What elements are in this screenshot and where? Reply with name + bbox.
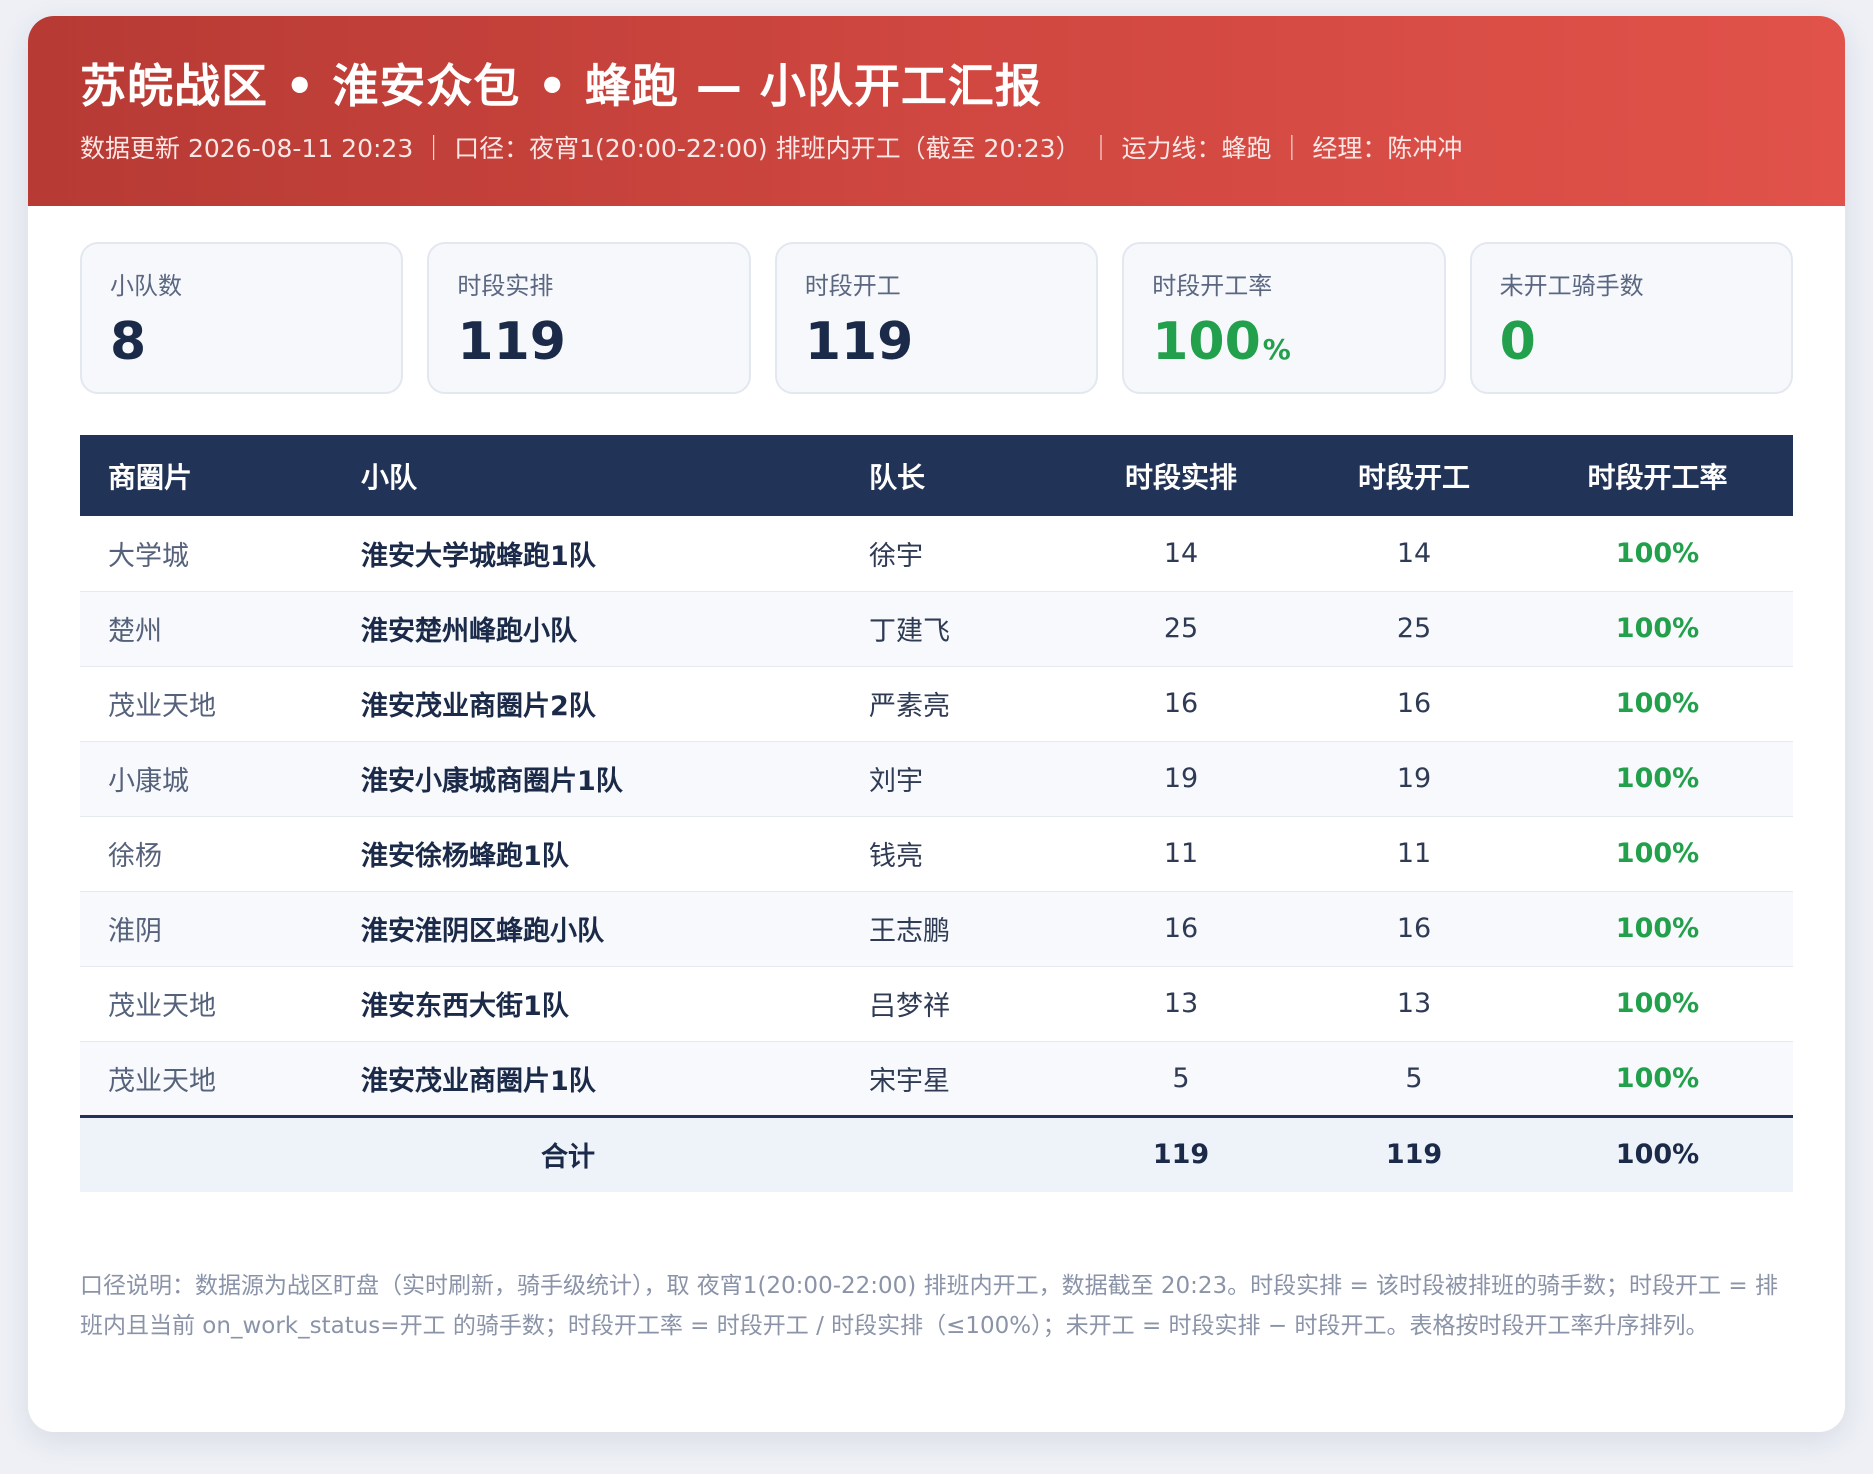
cell-rate: 100% bbox=[1522, 666, 1793, 742]
cell-rate: 100% bbox=[1522, 966, 1793, 1042]
table-row: 徐杨 淮安徐杨蜂跑1队 钱亮 11 11 100% bbox=[80, 816, 1793, 892]
cell-rate: 100% bbox=[1522, 816, 1793, 892]
kpi-rate-unit: % bbox=[1262, 333, 1291, 366]
methodology-note: 口径说明：数据源为战区盯盘（实时刷新，骑手级统计），取 夜宵1(20:00-22… bbox=[80, 1273, 1778, 1339]
cell-started: 16 bbox=[1306, 666, 1522, 742]
cell-started: 14 bbox=[1306, 516, 1522, 592]
cell-leader: 宋宇星 bbox=[841, 1041, 1056, 1117]
cell-started: 13 bbox=[1306, 966, 1522, 1042]
cell-scheduled: 13 bbox=[1056, 966, 1306, 1042]
cell-area: 茂业天地 bbox=[80, 666, 333, 742]
cell-leader: 钱亮 bbox=[841, 816, 1056, 892]
cell-area: 茂业天地 bbox=[80, 966, 333, 1042]
team-table: 商圈片 小队 队长 时段实排 时段开工 时段开工率 大学城 淮安大学城蜂跑1队 徐宇… bbox=[80, 435, 1793, 1192]
cell-leader: 王志鹏 bbox=[841, 891, 1056, 967]
kpi-team-count: 小队数 8 bbox=[80, 242, 404, 394]
table-row: 茂业天地 淮安茂业商圈片2队 严素亮 16 16 100% bbox=[80, 666, 1793, 742]
cell-leader: 严素亮 bbox=[841, 666, 1056, 742]
cell-area: 茂业天地 bbox=[80, 1041, 333, 1117]
cell-team: 淮安茂业商圈片2队 bbox=[333, 666, 841, 742]
table-header-row: 商圈片 小队 队长 时段实排 时段开工 时段开工率 bbox=[80, 435, 1793, 516]
total-scheduled: 119 bbox=[1056, 1114, 1306, 1192]
page-title: 苏皖战区 • 淮安众包 • 蜂跑 — 小队开工汇报 bbox=[80, 59, 1042, 113]
cell-scheduled: 5 bbox=[1056, 1041, 1306, 1117]
kpi-rate-number: 100 bbox=[1152, 312, 1261, 372]
cell-leader: 吕梦祥 bbox=[841, 966, 1056, 1042]
cell-scheduled: 19 bbox=[1056, 741, 1306, 817]
kpi-started: 时段开工 119 bbox=[774, 242, 1099, 394]
kpi-start-rate: 时段开工率 100% bbox=[1122, 242, 1446, 394]
cell-started: 11 bbox=[1306, 816, 1522, 892]
cell-area: 大学城 bbox=[80, 516, 333, 592]
cell-started: 19 bbox=[1306, 741, 1522, 817]
cell-team: 淮安大学城蜂跑1队 bbox=[333, 516, 841, 592]
col-header-started: 时段开工 bbox=[1306, 435, 1522, 516]
cell-started: 25 bbox=[1306, 591, 1522, 667]
cell-rate: 100% bbox=[1522, 741, 1793, 817]
total-started: 119 bbox=[1306, 1114, 1522, 1192]
kpi-value: 0 bbox=[1499, 312, 1536, 372]
total-label: 合计 bbox=[80, 1114, 1056, 1192]
cell-area: 淮阴 bbox=[80, 891, 333, 967]
kpi-label: 小队数 bbox=[110, 272, 182, 300]
cell-started: 16 bbox=[1306, 891, 1522, 967]
kpi-value: 119 bbox=[804, 312, 914, 372]
cell-scheduled: 16 bbox=[1056, 891, 1306, 967]
kpi-label: 未开工骑手数 bbox=[1499, 272, 1644, 300]
cell-rate: 100% bbox=[1522, 891, 1793, 967]
cell-team: 淮安淮阴区蜂跑小队 bbox=[333, 891, 841, 967]
kpi-row: 小队数 8 时段实排 119 时段开工 119 时段开工率 100% 未开工骑手… bbox=[80, 242, 1794, 394]
total-rate: 100% bbox=[1522, 1114, 1793, 1192]
table-row: 淮阴 淮安淮阴区蜂跑小队 王志鹏 16 16 100% bbox=[80, 891, 1793, 967]
kpi-value: 119 bbox=[457, 312, 566, 372]
cell-team: 淮安楚州峰跑小队 bbox=[333, 591, 841, 667]
table-row: 楚州 淮安楚州峰跑小队 丁建飞 25 25 100% bbox=[80, 591, 1793, 667]
report-meta: 数据更新 2026-08-11 20:23 ｜ 口径：夜宵1(20:00-22:… bbox=[80, 134, 1463, 163]
cell-rate: 100% bbox=[1522, 516, 1793, 592]
cell-team: 淮安徐杨蜂跑1队 bbox=[333, 816, 841, 892]
table-row: 小康城 淮安小康城商圈片1队 刘宇 19 19 100% bbox=[80, 741, 1793, 817]
cell-rate: 100% bbox=[1522, 591, 1793, 667]
cell-leader: 徐宇 bbox=[841, 516, 1056, 592]
cell-leader: 刘宇 bbox=[841, 741, 1056, 817]
cell-area: 徐杨 bbox=[80, 816, 333, 892]
cell-scheduled: 14 bbox=[1056, 516, 1306, 592]
table-row: 茂业天地 淮安东西大街1队 吕梦祥 13 13 100% bbox=[80, 966, 1793, 1042]
kpi-label: 时段开工 bbox=[804, 272, 901, 300]
cell-leader: 丁建飞 bbox=[841, 591, 1056, 667]
report-header: 苏皖战区 • 淮安众包 • 蜂跑 — 小队开工汇报 数据更新 2026-08-1… bbox=[28, 16, 1845, 206]
kpi-scheduled: 时段实排 119 bbox=[427, 242, 751, 394]
kpi-value: 100% bbox=[1152, 312, 1415, 380]
kpi-label: 时段开工率 bbox=[1152, 272, 1273, 300]
col-header-scheduled: 时段实排 bbox=[1056, 435, 1306, 516]
cell-area: 小康城 bbox=[80, 741, 333, 817]
cell-started: 5 bbox=[1306, 1041, 1522, 1117]
report-card: 苏皖战区 • 淮安众包 • 蜂跑 — 小队开工汇报 数据更新 2026-08-1… bbox=[28, 16, 1845, 1432]
cell-area: 楚州 bbox=[80, 591, 333, 667]
cell-scheduled: 25 bbox=[1056, 591, 1306, 667]
kpi-label: 时段实排 bbox=[457, 272, 554, 300]
cell-team: 淮安东西大街1队 bbox=[333, 966, 841, 1042]
cell-scheduled: 16 bbox=[1056, 666, 1306, 742]
kpi-not-started: 未开工骑手数 0 bbox=[1469, 242, 1794, 394]
cell-team: 淮安小康城商圈片1队 bbox=[333, 741, 841, 817]
kpi-value: 8 bbox=[110, 312, 147, 372]
cell-team: 淮安茂业商圈片1队 bbox=[333, 1041, 841, 1117]
table-total-row: 合计 119 119 100% bbox=[80, 1114, 1793, 1192]
table-row: 大学城 淮安大学城蜂跑1队 徐宇 14 14 100% bbox=[80, 516, 1793, 592]
col-header-area: 商圈片 bbox=[80, 435, 333, 516]
cell-rate: 100% bbox=[1522, 1041, 1793, 1117]
col-header-rate: 时段开工率 bbox=[1522, 435, 1793, 516]
col-header-team: 小队 bbox=[333, 435, 841, 516]
table-row: 茂业天地 淮安茂业商圈片1队 宋宇星 5 5 100% bbox=[80, 1041, 1793, 1117]
cell-scheduled: 11 bbox=[1056, 816, 1306, 892]
col-header-leader: 队长 bbox=[841, 435, 1056, 516]
